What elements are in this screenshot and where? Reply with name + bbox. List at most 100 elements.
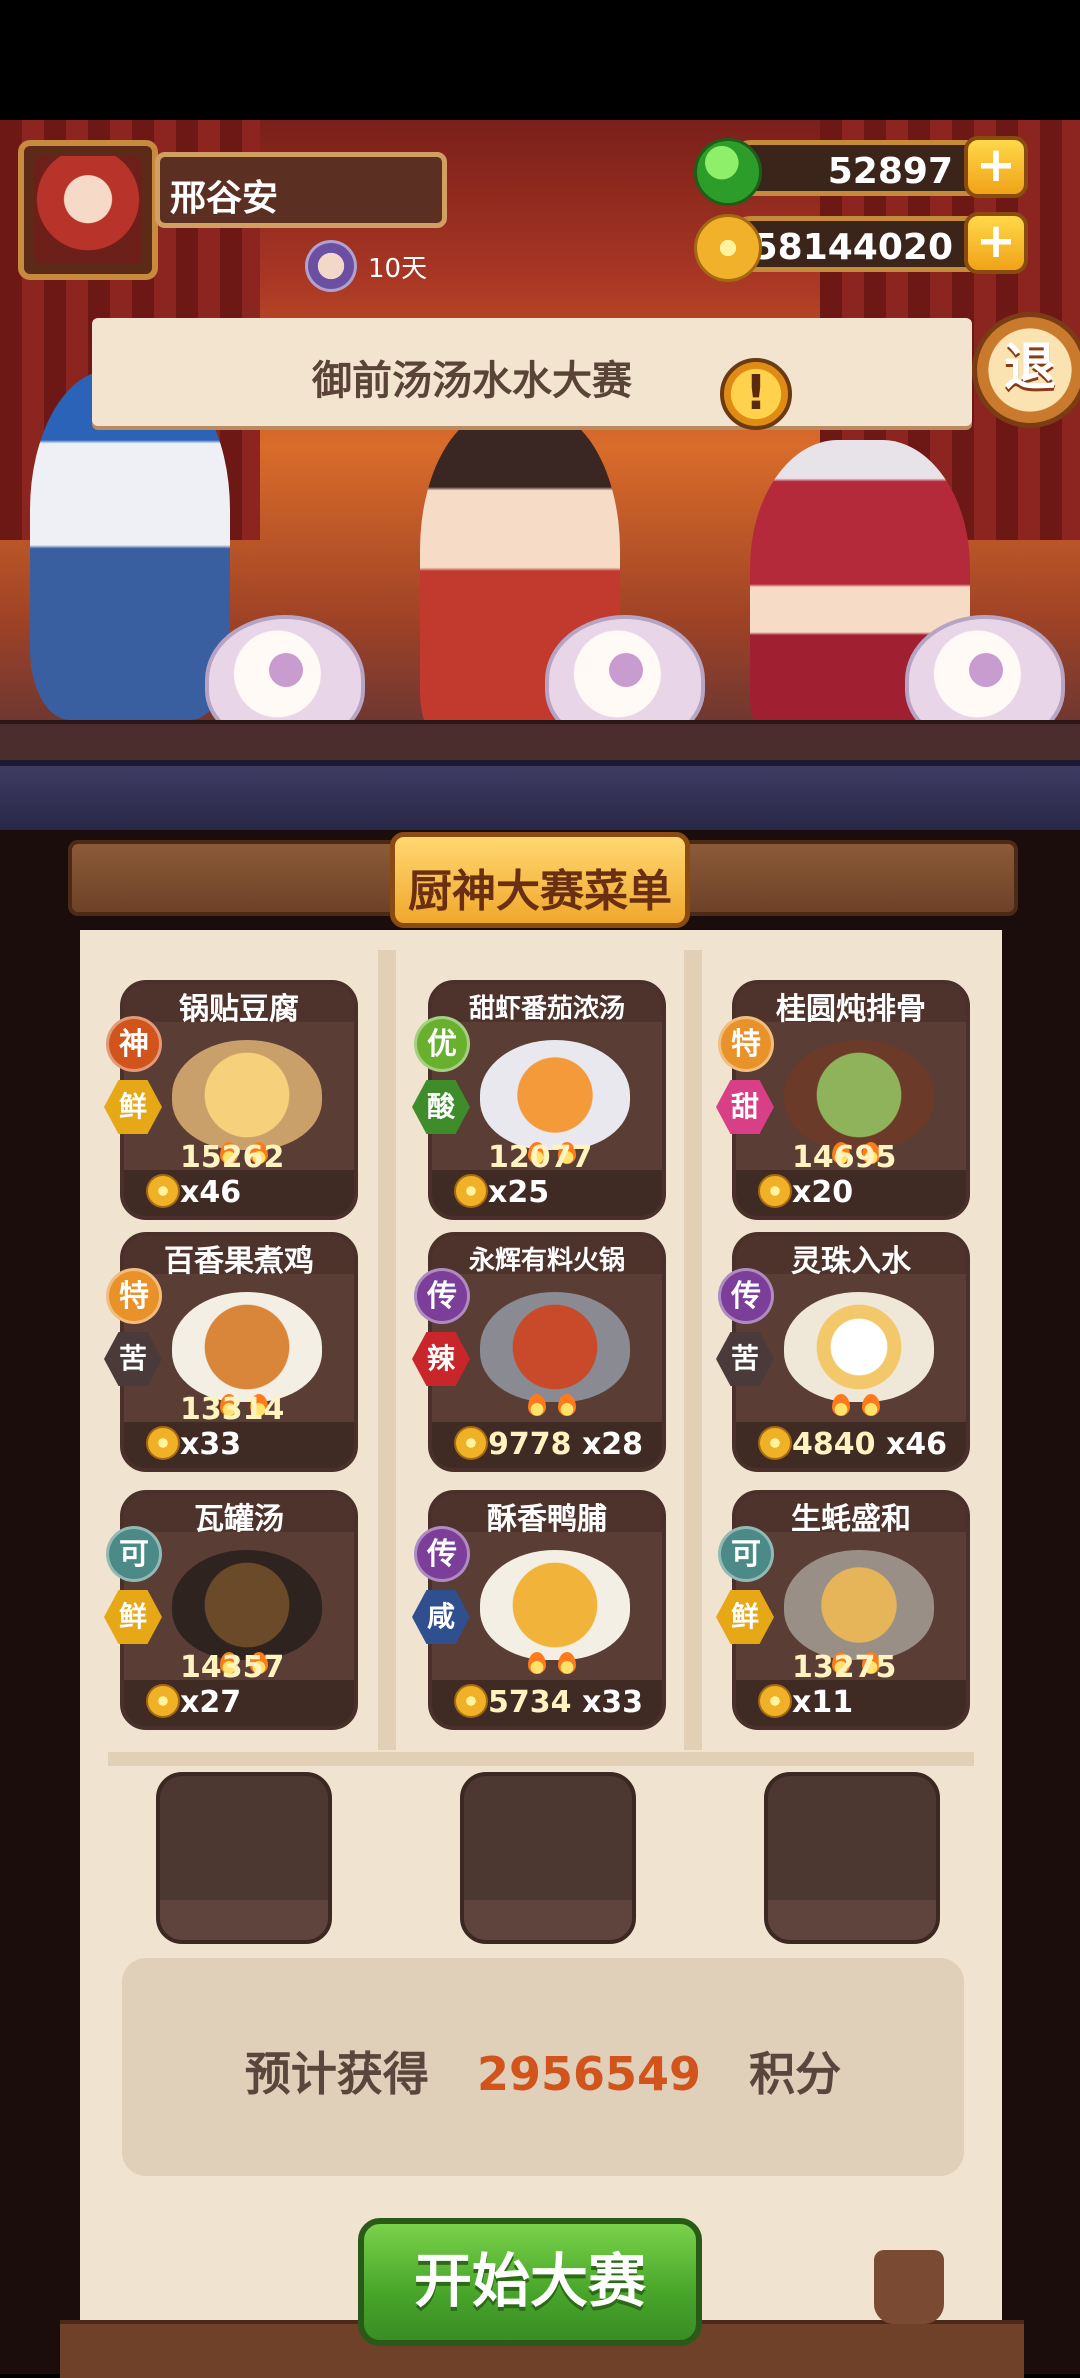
jade-icon — [694, 138, 762, 206]
add-coins-button[interactable]: + — [964, 212, 1028, 274]
dish-name: 锅贴豆腐 — [179, 992, 299, 1027]
dish-price-value: 13314 — [180, 1392, 285, 1427]
dish-rank-badge: 神 — [106, 1016, 162, 1072]
exit-button[interactable]: 退 — [972, 312, 1080, 428]
status-bar-area — [0, 0, 1080, 120]
flame-icon — [832, 1394, 850, 1416]
dish-rank-badge: 特 — [718, 1016, 774, 1072]
estimate-suffix: 积分 — [749, 2047, 842, 2101]
empty-dish-slot-3[interactable] — [764, 1772, 940, 1944]
dish-price: 14695 x20 — [792, 1140, 966, 1210]
dish-rank-badge: 可 — [106, 1526, 162, 1582]
stage-floor — [0, 760, 1080, 830]
coin-icon — [454, 1684, 488, 1718]
estimate-text: 预计获得 2956549 积分 — [122, 2038, 964, 2104]
flame-icon — [862, 1394, 880, 1416]
start-contest-button[interactable]: 开始大赛 — [358, 2218, 702, 2346]
dish-price-value: 4840 — [792, 1427, 876, 1462]
companion-badge-icon[interactable] — [305, 240, 357, 292]
coin-icon — [454, 1174, 488, 1208]
dish-quantity: x25 — [488, 1175, 550, 1210]
player-name-box: 邢谷安 — [155, 152, 447, 228]
coin-icon — [758, 1174, 792, 1208]
dish-name: 百香果煮鸡 — [164, 1244, 314, 1279]
dish-quantity: x46 — [885, 1427, 948, 1462]
dish-quantity: x33 — [581, 1685, 644, 1720]
dish-quantity: x11 — [792, 1685, 854, 1720]
dish-name: 瓦罐汤 — [194, 1502, 284, 1537]
dish-image — [784, 1550, 934, 1660]
dish-rank-badge: 特 — [106, 1268, 162, 1324]
dish-rank-badge: 可 — [718, 1526, 774, 1582]
dish-image — [172, 1292, 322, 1402]
coin-amount: 58144020 — [752, 227, 953, 268]
coin-icon — [146, 1684, 180, 1718]
empty-dish-slot-2[interactable] — [460, 1772, 636, 1944]
dish-name: 酥香鸭脯 — [487, 1502, 607, 1537]
dish-image — [480, 1550, 630, 1660]
coin-icon — [758, 1684, 792, 1718]
dish-price-value: 9778 — [488, 1427, 572, 1462]
utensil-pot-decoration — [874, 2250, 944, 2324]
dish-name: 桂圆炖排骨 — [776, 992, 926, 1027]
add-jade-button[interactable]: + — [964, 136, 1028, 198]
menu-title-plate: 厨神大赛菜单 — [390, 832, 690, 928]
days-counter: 10天 — [368, 254, 428, 284]
menu-title: 厨神大赛菜单 — [408, 866, 672, 917]
estimate-value: 2956549 — [476, 2047, 702, 2101]
dish-image — [480, 1292, 630, 1402]
jade-amount: 52897 — [827, 151, 953, 192]
dish-price-value: 14695 — [792, 1140, 897, 1175]
dish-image — [784, 1292, 934, 1402]
flame-icon — [558, 1652, 576, 1674]
column-divider — [378, 950, 396, 1750]
info-alert-icon[interactable]: ! — [720, 358, 792, 430]
dish-quantity: x27 — [180, 1685, 242, 1720]
dish-price: 12077 x25 — [488, 1140, 662, 1210]
player-avatar[interactable] — [18, 140, 158, 280]
dish-price: 9778 x28 — [488, 1427, 643, 1462]
coin-icon — [454, 1426, 488, 1460]
coin-icon — [758, 1426, 792, 1460]
dish-image — [172, 1040, 322, 1150]
flame-icon — [558, 1394, 576, 1416]
coin-icon — [146, 1426, 180, 1460]
dish-name: 甜虾番茄浓汤 — [468, 994, 625, 1024]
dish-price: 15262 x46 — [180, 1140, 354, 1210]
dish-name: 灵珠入水 — [791, 1244, 911, 1279]
dish-image — [172, 1550, 322, 1660]
dish-price-value: 12077 — [488, 1140, 593, 1175]
coin-icon — [146, 1174, 180, 1208]
row-divider — [108, 1752, 974, 1766]
dish-quantity: x46 — [180, 1175, 242, 1210]
dish-quantity: x33 — [180, 1427, 242, 1462]
coin-icon — [694, 214, 762, 282]
estimate-prefix: 预计获得 — [244, 2047, 429, 2101]
dish-price-value: 14357 — [180, 1650, 285, 1685]
estimate-panel: 预计获得 2956549 积分 — [122, 1958, 964, 2176]
stage-rail — [0, 720, 1080, 764]
flame-icon — [528, 1394, 546, 1416]
empty-dish-slot-1[interactable] — [156, 1772, 332, 1944]
dish-rank-badge: 传 — [414, 1268, 470, 1324]
column-divider — [684, 950, 702, 1750]
dish-name: 生蚝盛和 — [791, 1502, 911, 1537]
dish-price: 13275 x11 — [792, 1650, 966, 1720]
dish-price: 13314 x33 — [180, 1392, 354, 1462]
dish-price-value: 5734 — [488, 1685, 572, 1720]
dish-price: 5734 x33 — [488, 1685, 643, 1720]
flame-icon — [528, 1652, 546, 1674]
dish-price-value: 15262 — [180, 1140, 285, 1175]
dish-quantity: x28 — [581, 1427, 644, 1462]
dish-image — [784, 1040, 934, 1150]
dish-name: 永辉有料火锅 — [468, 1246, 625, 1276]
dish-rank-badge: 优 — [414, 1016, 470, 1072]
dish-rank-badge: 传 — [414, 1526, 470, 1582]
dish-price: 4840 x46 — [792, 1427, 947, 1462]
dish-image — [480, 1040, 630, 1150]
dish-quantity: x20 — [792, 1175, 854, 1210]
dish-price: 14357 x27 — [180, 1650, 354, 1720]
player-name: 邢谷安 — [170, 178, 279, 219]
contest-banner: 御前汤汤水水大赛 — [92, 318, 972, 426]
dish-price-value: 13275 — [792, 1650, 897, 1685]
